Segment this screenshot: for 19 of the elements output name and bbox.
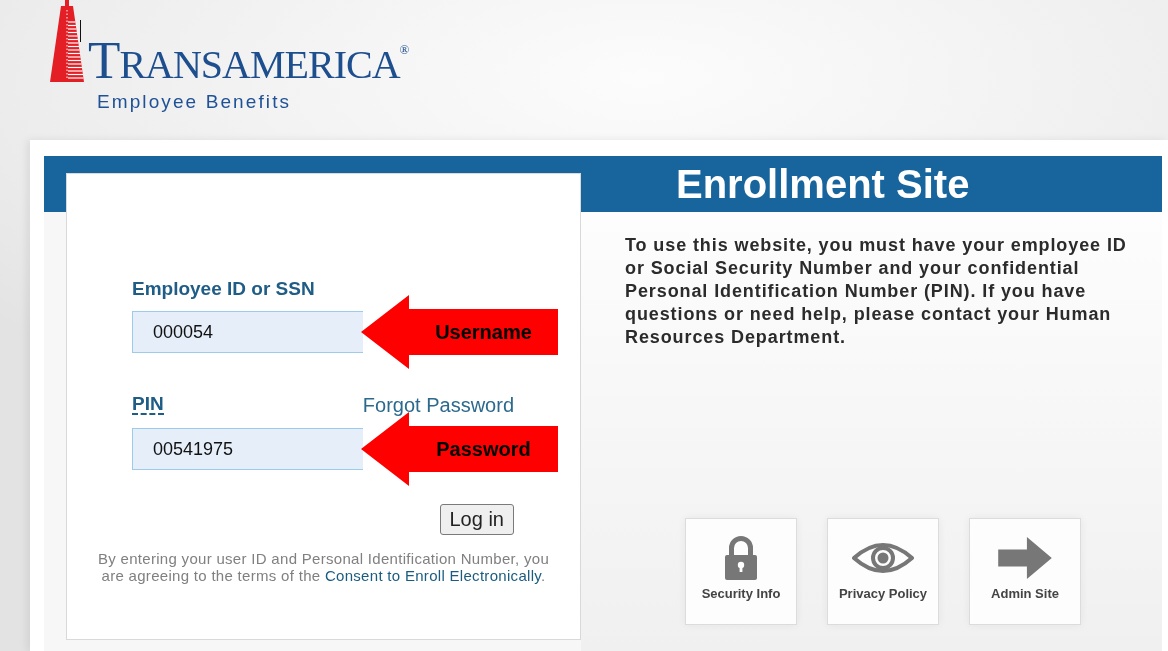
shortcut-tile[interactable]: Admin Site [969, 518, 1081, 625]
consent-link[interactable]: Consent to Enroll Electronically [324, 567, 541, 584]
right-arrow-icon [997, 536, 1053, 580]
field-label: PIN [132, 395, 164, 415]
shortcut-tile[interactable]: Security Info [685, 518, 797, 625]
lock-icon [725, 536, 757, 580]
consent-notice: By entering your user ID and Personal Identification Number, you are agreeing to the terms of the Consent to Enroll Electronically. [96, 550, 551, 584]
employee-id-input[interactable]: 000054 [132, 311, 363, 353]
login-button[interactable]: Log in [439, 504, 514, 535]
tower-logo-icon [50, 0, 84, 82]
text-cursor-icon [80, 20, 81, 42]
brand-tagline: Employee Benefits [97, 91, 293, 113]
forgot-password-link[interactable]: Forgot Password [362, 395, 514, 415]
brand-wordmark: TRANSAMERICA$^{®}$ [88, 34, 410, 91]
field-label: Employee ID or SSN [132, 278, 315, 300]
shortcut-tile[interactable]: Privacy Policy [827, 518, 939, 625]
pin-input[interactable]: 00541975 [132, 428, 363, 470]
intro-text: To use this website, you must have your employee ID or Social Security Number and your confidential Personal Identification Number (PIN). If you have questions or need help, please contact your Human Resources Department. [625, 234, 1128, 349]
page-title: Enrollment Site [676, 161, 970, 207]
